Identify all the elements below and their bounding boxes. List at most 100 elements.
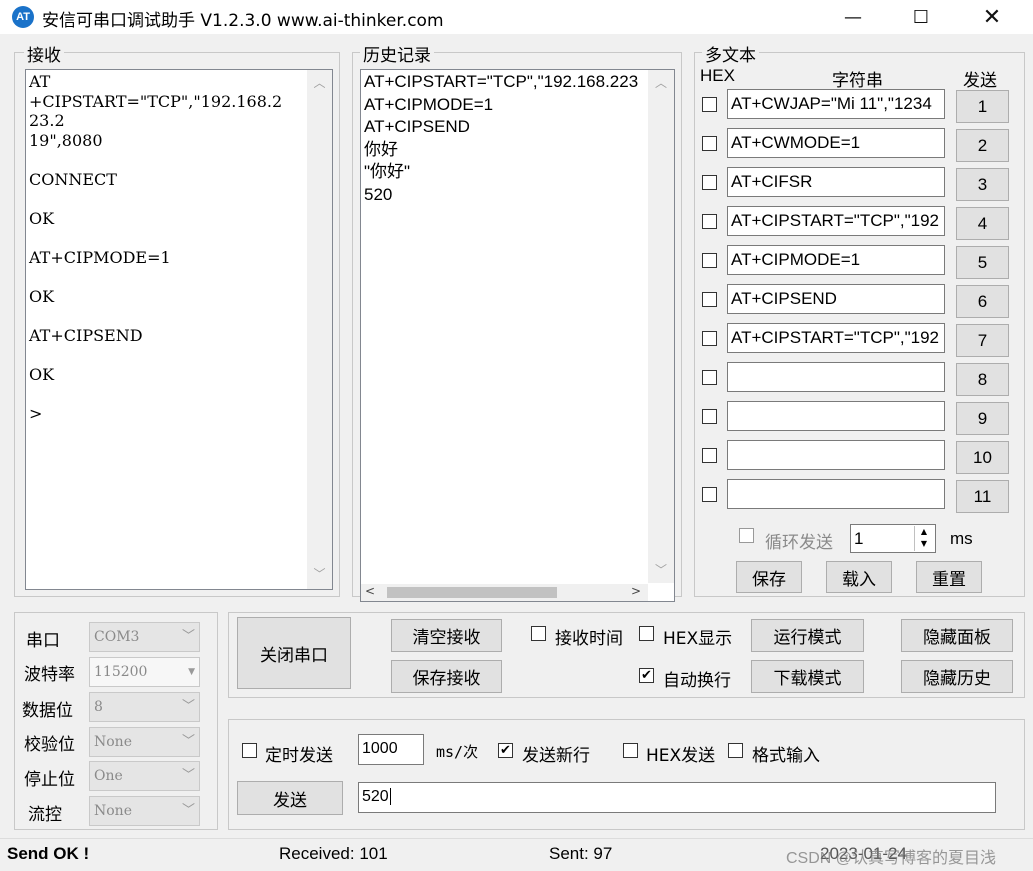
minimize-button[interactable]: —	[818, 0, 888, 34]
multitext-reset-button[interactable]: 重置	[916, 561, 982, 593]
close-port-button[interactable]: 关闭串口	[237, 617, 351, 689]
multitext-row-input[interactable]	[727, 362, 945, 392]
app-logo-icon: AT	[12, 6, 34, 28]
send-text-value: 520	[362, 788, 389, 805]
scroll-down-icon[interactable]: ﹀	[648, 563, 674, 577]
multitext-row-input[interactable]	[727, 401, 945, 431]
multitext-row-input[interactable]: AT+CIPSEND	[727, 284, 945, 314]
multitext-row-checkbox[interactable]	[702, 175, 717, 190]
dropdown-arrow-icon: ▼	[188, 667, 195, 677]
receive-textarea[interactable]: AT +CIPSTART="TCP","192.168.2 23.2 19",8…	[25, 69, 333, 590]
multitext-row-checkbox[interactable]	[702, 136, 717, 151]
multitext-row-checkbox[interactable]	[702, 409, 717, 424]
hex-display-checkbox[interactable]	[639, 626, 654, 641]
multitext-row-input[interactable]: AT+CWJAP="Mi 11","1234	[727, 89, 945, 119]
close-button[interactable]: ✕	[957, 0, 1027, 34]
flow-label: 流控	[28, 805, 62, 825]
multitext-send-button[interactable]: 6	[956, 285, 1009, 318]
save-receive-button[interactable]: 保存接收	[391, 660, 502, 693]
multitext-row-input[interactable]: AT+CWMODE=1	[727, 128, 945, 158]
multitext-row-value: AT+CIFSR	[731, 172, 813, 191]
hide-history-button[interactable]: 隐藏历史	[901, 660, 1013, 693]
recv-time-checkbox[interactable]	[531, 626, 546, 641]
multitext-row-input[interactable]: AT+CIPSTART="TCP","192	[727, 323, 945, 353]
multitext-row-input[interactable]: AT+CIPMODE=1	[727, 245, 945, 275]
history-textarea[interactable]: AT+CIPSTART="TCP","192.168.223 AT+CIPMOD…	[360, 69, 675, 602]
baud-select[interactable]: 115200 ▼	[89, 657, 200, 687]
history-vscrollbar[interactable]: ︿ ﹀	[648, 70, 674, 583]
send-text-input[interactable]: 520	[358, 782, 996, 813]
loop-send-label: 循环发送	[765, 533, 833, 553]
multitext-load-button[interactable]: 载入	[826, 561, 892, 593]
download-mode-button[interactable]: 下载模式	[751, 660, 864, 693]
multitext-row-checkbox[interactable]	[702, 370, 717, 385]
multitext-row-value: AT+CIPSTART="TCP","192	[731, 328, 940, 347]
hide-panel-button[interactable]: 隐藏面板	[901, 619, 1013, 652]
flow-value: None	[94, 803, 132, 819]
multitext-row-checkbox[interactable]	[702, 487, 717, 502]
scroll-up-icon[interactable]: ︿	[648, 76, 674, 90]
multitext-row-checkbox[interactable]	[702, 331, 717, 346]
loop-spinner[interactable]: ▲ ▼	[914, 526, 933, 551]
history-title: 历史记录	[360, 41, 434, 66]
receive-scrollbar[interactable]: ︿ ﹀	[307, 70, 332, 589]
auto-newline-checkbox[interactable]: ✔	[639, 668, 654, 683]
multitext-row-checkbox[interactable]	[702, 97, 717, 112]
databits-select[interactable]: 8 ﹀	[89, 692, 200, 722]
multitext-row-checkbox[interactable]	[702, 292, 717, 307]
databits-label: 数据位	[22, 701, 73, 721]
multitext-row-checkbox[interactable]	[702, 214, 717, 229]
multitext-row-input[interactable]	[727, 479, 945, 509]
multitext-send-button[interactable]: 5	[956, 246, 1009, 279]
port-select[interactable]: COM3 ﹀	[89, 622, 200, 652]
run-mode-button[interactable]: 运行模式	[751, 619, 864, 652]
multitext-send-button[interactable]: 2	[956, 129, 1009, 162]
send-interval-input[interactable]: 1000	[358, 734, 424, 765]
multitext-send-button[interactable]: 1	[956, 90, 1009, 123]
send-button[interactable]: 发送	[237, 781, 343, 815]
status-message: Send OK !	[7, 844, 90, 863]
multitext-send-button[interactable]: 7	[956, 324, 1009, 357]
multitext-row-input[interactable]: AT+CIPSTART="TCP","192	[727, 206, 945, 236]
scroll-right-icon[interactable]: >	[631, 584, 641, 598]
multitext-send-button[interactable]: 11	[956, 480, 1009, 513]
chevron-down-icon: ﹀	[181, 768, 195, 783]
clear-receive-button[interactable]: 清空接收	[391, 619, 502, 652]
loop-send-checkbox[interactable]	[739, 528, 754, 543]
multitext-row-checkbox[interactable]	[702, 448, 717, 463]
flow-select[interactable]: None ﹀	[89, 796, 200, 826]
multitext-send-button[interactable]: 10	[956, 441, 1009, 474]
multitext-save-button[interactable]: 保存	[736, 561, 802, 593]
multitext-send-button[interactable]: 3	[956, 168, 1009, 201]
port-value: COM3	[94, 629, 140, 645]
history-hscrollbar[interactable]: < >	[361, 584, 648, 601]
scroll-left-icon[interactable]: <	[365, 584, 375, 598]
format-input-checkbox[interactable]	[728, 743, 743, 758]
scroll-down-icon[interactable]: ﹀	[307, 567, 332, 581]
multitext-row-value: AT+CIPSEND	[731, 289, 837, 308]
multitext-send-button[interactable]: 8	[956, 363, 1009, 396]
multitext-send-button[interactable]: 9	[956, 402, 1009, 435]
sent-count: Sent: 97	[549, 844, 613, 863]
multitext-send-button[interactable]: 4	[956, 207, 1009, 240]
hex-send-checkbox[interactable]	[623, 743, 638, 758]
stopbits-select[interactable]: One ﹀	[89, 761, 200, 791]
spin-down-icon[interactable]: ▼	[915, 538, 933, 550]
baud-label: 波特率	[24, 665, 75, 685]
maximize-button[interactable]: ☐	[886, 0, 956, 34]
multitext-row-checkbox[interactable]	[702, 253, 717, 268]
check-icon: ✔	[641, 668, 652, 683]
spin-up-icon[interactable]: ▲	[915, 526, 933, 538]
multitext-row-input[interactable]: AT+CIFSR	[727, 167, 945, 197]
hscroll-thumb[interactable]	[387, 587, 557, 598]
multitext-row-value: AT+CIPSTART="TCP","192	[731, 211, 940, 230]
send-newline-label: 发送新行	[522, 746, 590, 766]
stopbits-label: 停止位	[24, 770, 75, 790]
col-string-header: 字符串	[832, 71, 883, 91]
send-interval-unit: ms/次	[436, 743, 479, 761]
send-newline-checkbox[interactable]: ✔	[498, 743, 513, 758]
timed-send-checkbox[interactable]	[242, 743, 257, 758]
multitext-row-input[interactable]	[727, 440, 945, 470]
scroll-up-icon[interactable]: ︿	[307, 76, 332, 90]
parity-select[interactable]: None ﹀	[89, 727, 200, 757]
